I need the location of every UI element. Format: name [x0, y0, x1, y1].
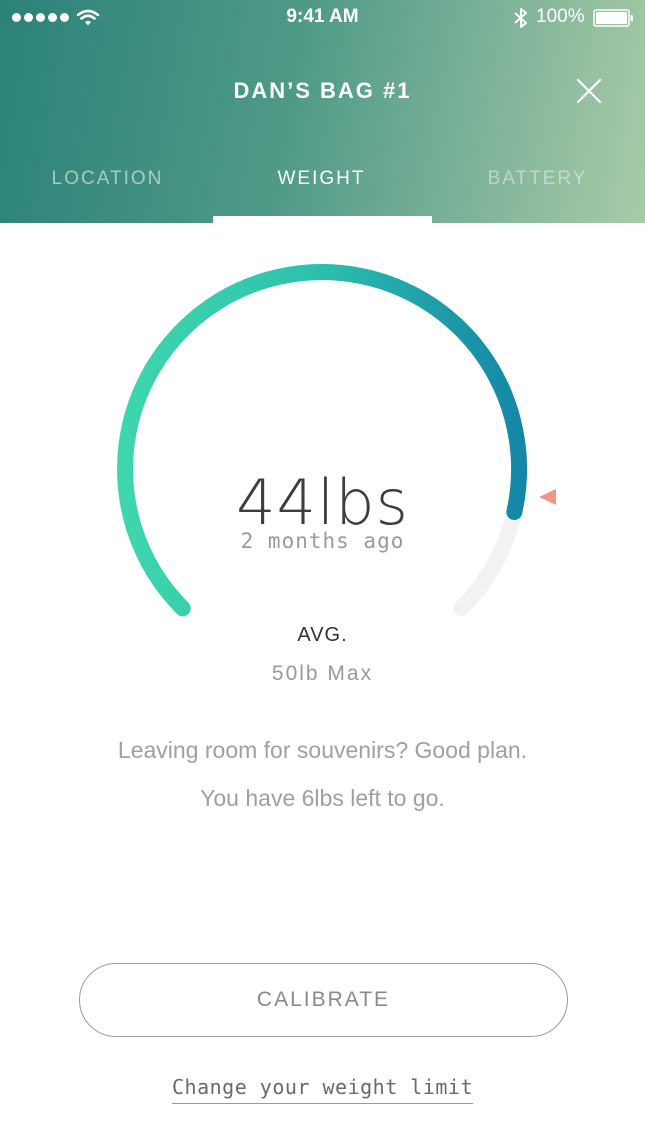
- weight-gauge: [117, 264, 556, 617]
- calibrate-button[interactable]: CALIBRATE: [79, 963, 568, 1037]
- status-bar: 9:41 AM 100%: [0, 0, 645, 36]
- close-icon[interactable]: [572, 74, 606, 108]
- avg-label: AVG.: [297, 624, 348, 646]
- reading-timestamp: 2 months ago: [240, 529, 405, 553]
- change-weight-limit-link[interactable]: Change your weight limit: [0, 1075, 645, 1104]
- status-message-line-1: Leaving room for souvenirs? Good plan.: [117, 737, 528, 763]
- bluetooth-icon: [514, 8, 527, 28]
- change-weight-limit-label[interactable]: Change your weight limit: [172, 1075, 473, 1104]
- active-tab-indicator: [213, 216, 432, 223]
- battery-icon: [593, 9, 633, 27]
- tab-location[interactable]: LOCATION: [0, 168, 215, 190]
- status-message-line-2: You have 6lbs left to go.: [200, 785, 445, 811]
- page-title: DAN’S BAG #1: [233, 78, 412, 103]
- tab-battery[interactable]: BATTERY: [430, 168, 645, 190]
- gauge-fill-arc: [117, 264, 528, 617]
- max-weight-label: 50lb Max: [271, 662, 374, 685]
- header: 9:41 AM 100% DAN’S BAG #1 LOCATION WEIGH…: [0, 0, 645, 223]
- tab-weight[interactable]: WEIGHT: [214, 168, 429, 190]
- battery-percent: 100%: [536, 6, 585, 27]
